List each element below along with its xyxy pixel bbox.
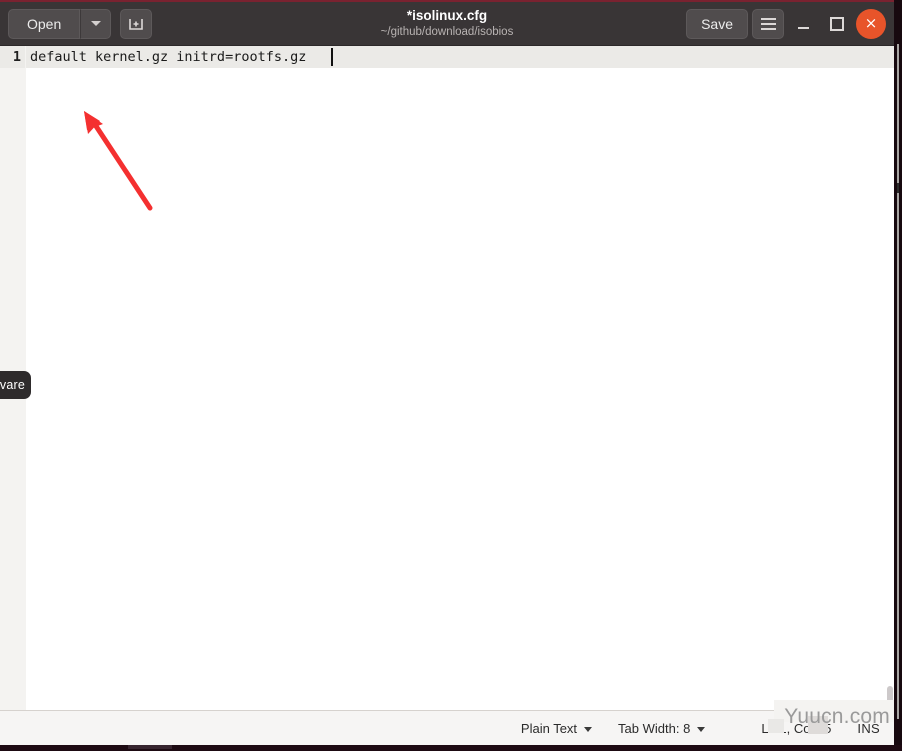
open-button-group: Open [8,8,112,39]
insert-mode-indicator: INS [857,721,880,736]
tab-width-selector[interactable]: Tab Width: 8 [618,721,706,736]
header-right-controls: Save × [686,8,886,39]
editor-line[interactable]: default kernel.gz initrd=rootfs.gz [26,46,894,68]
maximize-button[interactable] [822,9,852,39]
minimize-button[interactable] [788,9,818,39]
language-selector[interactable]: Plain Text [520,721,593,736]
open-button[interactable]: Open [8,8,81,39]
watermark-occluder-a [768,719,784,733]
watermark-occluder-b [808,716,828,734]
watermark-backdrop [774,700,894,722]
chevron-down-icon [697,727,706,732]
chevron-down-icon [584,727,593,732]
close-button[interactable]: × [856,8,886,39]
file-path-subtitle: ~/github/download/isobios [380,25,514,38]
text-cursor [331,48,333,66]
new-document-button[interactable] [120,8,153,39]
tab-width-label: Tab Width: 8 [618,721,691,736]
status-bar: Plain Text Tab Width: 8 Ln 1, Col 35 INS [0,710,894,745]
window-header-bar: *isolinux.cfg ~/github/download/isobios … [0,2,894,46]
background-window-edge-notch [897,183,899,193]
tooltip-fragment: vare [0,371,31,399]
close-icon: × [864,14,878,32]
text-editor-view[interactable]: default kernel.gz initrd=rootfs.gz [26,46,894,710]
minimize-icon [797,26,809,29]
hamburger-menu-icon [760,17,776,30]
language-label: Plain Text [520,721,578,736]
editor-area[interactable]: 1 default kernel.gz initrd=rootfs.gz var… [0,46,894,710]
open-dropdown-button[interactable] [80,8,112,39]
new-document-icon [127,16,145,32]
gedit-window: *isolinux.cfg ~/github/download/isobios … [0,0,894,745]
line-number: 1 [0,46,25,68]
maximize-icon [830,16,844,31]
page-title: *isolinux.cfg [406,8,488,24]
header-left-controls: Open [8,8,153,39]
save-button[interactable]: Save [686,8,748,39]
background-taskbar-fragment [128,745,172,749]
main-menu-button[interactable] [752,8,784,39]
chevron-down-icon [90,21,101,26]
background-window-edge [897,44,899,719]
